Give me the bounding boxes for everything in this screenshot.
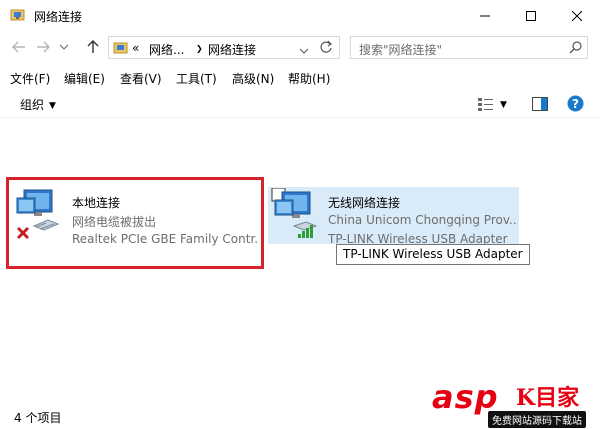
back-arrow-icon	[12, 41, 25, 53]
view-dropdown-icon[interactable]: ▼	[500, 100, 507, 110]
menu-edit[interactable]: 编辑(E)	[64, 70, 105, 87]
forward-arrow-icon	[37, 41, 50, 53]
up-button[interactable]	[84, 38, 102, 56]
close-button[interactable]	[554, 0, 600, 31]
highlight-annotation-box	[6, 177, 264, 269]
preview-pane-icon	[532, 97, 548, 111]
preview-pane-button[interactable]	[532, 97, 548, 114]
adapter-name: 无线网络连接	[328, 196, 401, 210]
network-folder-icon	[10, 7, 26, 23]
breadcrumb-parent[interactable]: 网络...	[149, 41, 184, 58]
menu-view[interactable]: 查看(V)	[120, 70, 162, 87]
search-placeholder: 搜索"网络连接"	[359, 43, 443, 57]
menu-bar: 文件(F) 编辑(E) 查看(V) 工具(T) 高级(N) 帮助(H)	[0, 66, 600, 88]
title-bar: 网络连接	[0, 0, 600, 31]
help-icon: ?	[567, 95, 584, 112]
maximize-button[interactable]	[508, 0, 554, 31]
adapter-network: China Unicom Chongqing Prov...	[328, 213, 518, 227]
caret-down-icon: ▼	[49, 101, 56, 111]
recent-locations-button[interactable]	[58, 38, 70, 56]
network-folder-icon	[113, 40, 129, 56]
wireless-adapter-connected-icon	[270, 187, 320, 238]
watermark-subtitle: 免费网站源码下载站	[488, 411, 586, 428]
view-options-icon	[478, 98, 493, 111]
address-dropdown-button[interactable]	[299, 43, 309, 57]
organize-button[interactable]: 组织 ▼	[20, 96, 56, 113]
minimize-button[interactable]	[462, 0, 508, 31]
organize-label: 组织	[20, 98, 45, 112]
search-icon[interactable]	[569, 41, 582, 57]
svg-text:?: ?	[572, 97, 579, 111]
chevron-down-icon	[60, 44, 68, 50]
refresh-button[interactable]	[319, 40, 333, 57]
menu-help[interactable]: 帮助(H)	[288, 70, 330, 87]
item-count: 4 个项目	[14, 411, 62, 425]
breadcrumb-current[interactable]: 网络连接	[208, 41, 256, 58]
watermark-brand-cn: K目家	[516, 385, 580, 411]
change-view-button[interactable]	[478, 97, 494, 114]
forward-button[interactable]	[34, 38, 52, 56]
search-box[interactable]: 搜索"网络连接"	[350, 36, 588, 59]
breadcrumb-separator-icon[interactable]: ❯	[196, 44, 203, 53]
chevron-down-icon	[299, 48, 309, 54]
address-bar[interactable]: « 网络... ❯ 网络连接	[108, 36, 340, 59]
tooltip: TP-LINK Wireless USB Adapter	[336, 244, 530, 265]
back-button[interactable]	[10, 38, 28, 56]
help-button[interactable]: ?	[567, 95, 584, 115]
menu-file[interactable]: 文件(F)	[10, 70, 50, 87]
window-title: 网络连接	[34, 10, 83, 24]
watermark-logo: asp K目家 免费网站源码下载站	[432, 378, 600, 429]
command-bar: 组织 ▼ ▼ ?	[0, 90, 600, 118]
breadcrumb-overflow[interactable]: «	[132, 41, 139, 55]
menu-tools[interactable]: 工具(T)	[176, 70, 217, 87]
menu-advanced[interactable]: 高级(N)	[232, 70, 274, 87]
refresh-icon	[320, 40, 332, 53]
up-arrow-icon	[87, 40, 99, 53]
